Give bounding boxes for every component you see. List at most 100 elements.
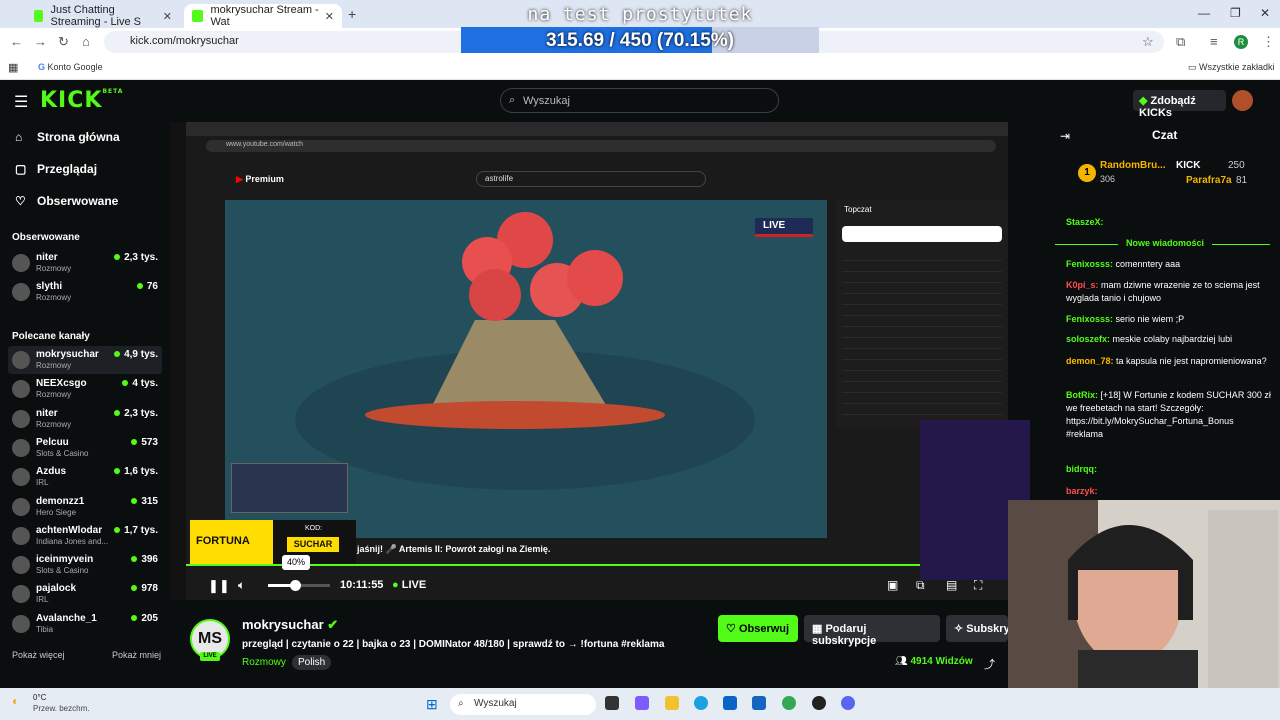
channel-item[interactable]: niter Rozmowy 2,3 tys. [8, 405, 162, 433]
chat-username[interactable]: BotRix: [1066, 390, 1098, 400]
channel-viewers-text: 978 [141, 583, 158, 595]
bookmark-google[interactable]: G Konto Google [38, 62, 103, 72]
clip-icon[interactable]: ▤ [946, 578, 957, 592]
discord-icon[interactable] [841, 696, 855, 710]
close-tab-icon[interactable]: ✕ [325, 10, 334, 23]
chat-username[interactable]: Fenixosss: [1066, 259, 1113, 269]
chat-username[interactable]: soloszefx: [1066, 334, 1110, 344]
follow-label: Obserwuj [738, 623, 790, 635]
obs-icon[interactable] [812, 696, 826, 710]
show-less-link[interactable]: Pokaż mniej [112, 650, 161, 660]
extensions-icon[interactable]: ⧉ [1176, 34, 1185, 50]
channel-item[interactable]: NEEXcsgo Rozmowy 4 tys. [8, 375, 162, 403]
profile-avatar[interactable]: R [1234, 35, 1248, 49]
language-tag[interactable]: Polish [292, 655, 332, 670]
user-avatar[interactable] [1232, 90, 1253, 111]
chat-title: Czat [1152, 128, 1178, 142]
chat-username[interactable]: bidrqq: [1066, 464, 1097, 474]
all-bookmarks[interactable]: ▭ Wszystkie zakładki [1188, 62, 1275, 73]
collapse-chat-icon[interactable]: ⇥ [1060, 129, 1070, 143]
channel-viewers-text: 2,3 tys. [124, 252, 158, 263]
share-icon[interactable]: ⤴ [984, 656, 995, 672]
live-indicator: ● LIVE [392, 579, 426, 591]
gift-label: Podaruj subskrypcje [812, 623, 877, 647]
stream-title: przegląd | czytanie o 22 | bajka o 23 | … [242, 639, 665, 650]
show-more-link[interactable]: Pokaż więcej [12, 650, 65, 660]
search-input[interactable]: ⌕ Wyszukaj [500, 88, 779, 113]
channel-name: iceinmyvein [36, 554, 94, 566]
nav-home[interactable]: ⌂ Strona główna [15, 130, 120, 144]
taskbar-search[interactable]: ⌕ Wyszukaj [450, 694, 596, 715]
maximize-icon[interactable]: ❐ [1230, 6, 1241, 20]
channel-item[interactable]: demonzz1 Hero Siege 315 [8, 493, 162, 521]
channel-name: niter [36, 252, 58, 263]
menu-icon[interactable]: ⋮ [1262, 34, 1275, 50]
channel-name: Pelcuu [36, 436, 69, 448]
channel-category: Slots & Casino [36, 448, 89, 458]
fortuna-ad: FORTUNA [190, 520, 273, 564]
channel-item[interactable]: iceinmyvein Slots & Casino 396 [8, 551, 162, 579]
pip-icon[interactable]: ⧉ [916, 578, 925, 593]
weather-icon[interactable]: ◐ [12, 694, 19, 708]
kick-logo[interactable]: KICKBETA [40, 88, 123, 113]
chat-username[interactable]: barzyk: [1066, 486, 1098, 496]
copilot-icon[interactable] [635, 696, 649, 710]
channel-viewers-text: 315 [141, 495, 158, 507]
leaderboard-value: 81 [1236, 175, 1248, 186]
chat-username[interactable]: demon_78: [1066, 356, 1114, 366]
taskbar-search-placeholder: Wyszukaj [474, 698, 517, 709]
stream-category[interactable]: Rozmowy [242, 657, 286, 668]
channel-item[interactable]: slythi Rozmowy 76 [8, 278, 162, 306]
fortuna-code: SUCHAR [287, 537, 339, 552]
file-explorer-icon[interactable] [665, 696, 679, 710]
edge-icon[interactable] [694, 696, 708, 710]
home-icon[interactable]: ⌂ [82, 34, 90, 49]
nav-browse[interactable]: ▢ Przeglądaj [15, 162, 97, 176]
channel-avatar [12, 254, 30, 272]
volume-handle[interactable] [290, 580, 301, 591]
back-icon[interactable]: ← [10, 34, 23, 49]
chat-username[interactable]: K0pi_s: [1066, 280, 1099, 290]
volume-icon[interactable]: 🔈︎ [238, 578, 245, 593]
subscribe-button[interactable]: ✧ Subskry [946, 615, 1008, 642]
windows-start-icon[interactable]: ⊞ [426, 696, 438, 713]
channel-item[interactable]: pajalock IRL 978 [8, 580, 162, 608]
task-view-icon[interactable] [605, 696, 619, 710]
minimize-icon[interactable]: — [1198, 6, 1210, 20]
streamer-name[interactable]: mokrysuchar ✔ [242, 617, 338, 633]
get-kicks-button[interactable]: ◆ Zdobądź KICKs [1133, 90, 1226, 119]
channel-item[interactable]: Azdus IRL 1,6 tys. [8, 463, 162, 491]
theater-mode-icon[interactable]: ▣ [887, 578, 898, 592]
channel-item[interactable]: Avalanche_1 Tibia 205 [8, 610, 162, 638]
chat-message: StaszeX: [1066, 216, 1271, 229]
gift-subs-button[interactable]: ▦ Podaruj subskrypcje [804, 615, 940, 647]
new-tab-icon[interactable]: + [348, 6, 356, 22]
pause-icon[interactable]: ❚❚ [208, 578, 230, 594]
close-window-icon[interactable]: ✕ [1260, 6, 1270, 20]
fullscreen-icon[interactable]: ⛶ [974, 578, 982, 593]
browser-tab[interactable]: Just Chatting Streaming - Live S ✕ [26, 4, 180, 28]
chrome-icon[interactable] [782, 696, 796, 710]
browser-tab-active[interactable]: mokrysuchar Stream - Wat ✕ [184, 4, 342, 28]
reload-icon[interactable]: ↻ [58, 34, 69, 50]
close-tab-icon[interactable]: ✕ [163, 10, 172, 23]
channel-item[interactable]: Pelcuu Slots & Casino 573 [8, 434, 162, 462]
follow-button[interactable]: ♡ Obserwuj [718, 615, 798, 642]
forward-icon[interactable]: → [34, 34, 47, 49]
store-icon[interactable] [752, 696, 766, 710]
reading-list-icon[interactable]: ≡ [1210, 34, 1218, 49]
hamburger-menu-icon[interactable]: ☰ [14, 92, 28, 112]
channel-item[interactable]: mokrysuchar Rozmowy 4,9 tys. [8, 346, 162, 374]
chat-username[interactable]: Fenixosss: [1066, 314, 1113, 324]
nav-following[interactable]: ♡ Obserwowane [15, 194, 118, 208]
chat-username[interactable]: StaszeX: [1066, 217, 1104, 227]
channel-avatar [12, 438, 30, 457]
bookmark-star-icon[interactable]: ☆ [1142, 34, 1154, 50]
nav-label: Przeglądaj [37, 162, 98, 176]
outlook-icon[interactable] [723, 696, 737, 710]
logo-text: KICK [40, 88, 103, 113]
channel-item[interactable]: niter Rozmowy 2,3 tys. [8, 249, 162, 277]
apps-icon[interactable]: ▦ [8, 61, 18, 74]
live-dot-icon [136, 283, 143, 290]
channel-item[interactable]: achtenWlodar Indiana Jones and... 1,7 tys. [8, 522, 162, 550]
